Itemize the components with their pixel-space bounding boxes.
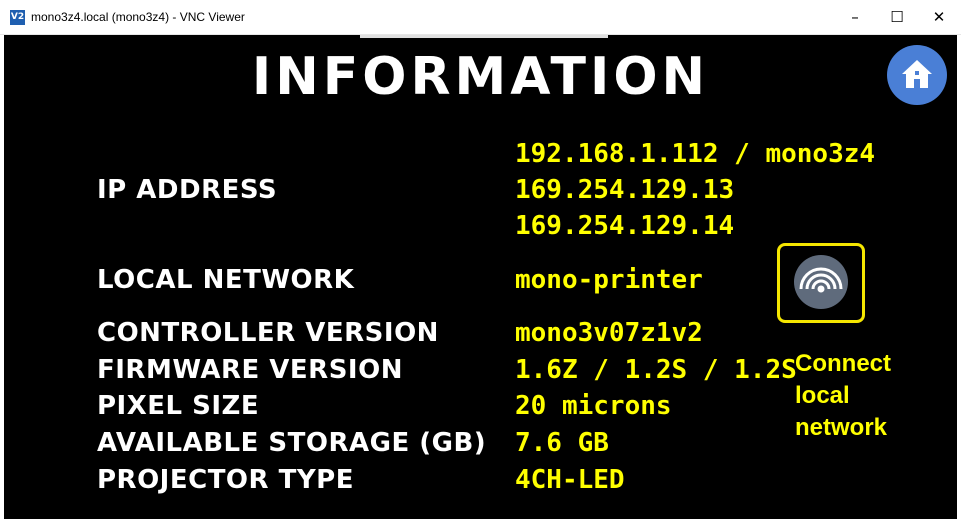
controller-version-label: CONTROLLER VERSION [97,318,439,348]
remote-screen: INFORMATION IP ADDRESS 192.168.1.112 / m… [4,35,957,519]
vnc-viewer-icon: V2 [10,10,25,25]
available-storage-label: AVAILABLE STORAGE (GB) [97,428,487,458]
firmware-version-label: FIRMWARE VERSION [97,355,403,385]
ip-address-label: IP ADDRESS [97,175,278,205]
available-storage-value: 7.6 GB [515,428,609,458]
ip-address-value: 192.168.1.112 / mono3z4 [515,139,876,169]
local-network-value: mono-printer [515,265,703,295]
wireless-signal-icon [799,267,843,293]
minimize-button[interactable]: – [832,0,878,34]
pixel-size-label: PIXEL SIZE [97,391,260,421]
caption-line: local [795,382,850,409]
home-button[interactable] [887,45,947,105]
close-button[interactable]: ✕ [916,0,961,34]
page-title: INFORMATION [251,47,710,107]
window-titlebar: V2 mono3z4.local (mono3z4) - VNC Viewer … [0,0,961,35]
projector-type-label: PROJECTOR TYPE [97,465,354,495]
window-title: mono3z4.local (mono3z4) - VNC Viewer [31,10,245,24]
pixel-size-value: 20 microns [515,391,672,421]
ip-address-value: 169.254.129.13 [515,175,735,205]
maximize-button[interactable]: ☐ [874,0,920,34]
controller-version-value: mono3v07z1v2 [515,318,703,348]
caption-line: Connect [795,350,891,377]
connect-local-network-caption: Connect local network [795,348,891,444]
projector-type-value: 4CH-LED [515,465,625,495]
ip-address-value: 169.254.129.14 [515,211,735,241]
vnc-toolbar-handle[interactable] [360,35,608,38]
home-icon [902,60,932,88]
connect-local-network-button[interactable] [777,243,865,323]
local-network-label: LOCAL NETWORK [97,265,355,295]
firmware-version-value: 1.6Z / 1.2S / 1.2S [515,355,797,385]
caption-line: network [795,414,888,441]
